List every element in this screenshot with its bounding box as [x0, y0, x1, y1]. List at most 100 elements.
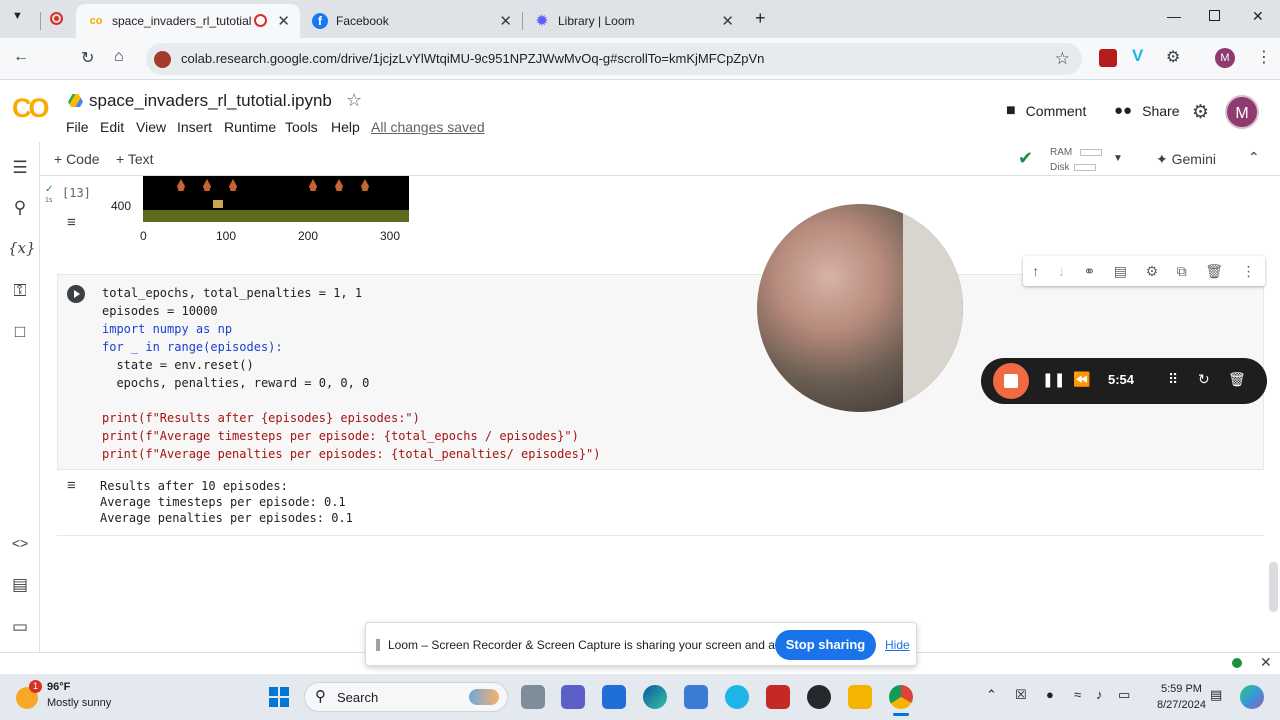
volume-icon[interactable]: ♪	[1096, 687, 1103, 702]
network-off-icon[interactable]: ☒	[1015, 687, 1027, 703]
move-cell-up-icon[interactable]: ↑	[1032, 263, 1039, 279]
restart-icon[interactable]: ↻	[1198, 371, 1210, 388]
more-actions-icon[interactable]: ⋮	[1242, 263, 1256, 280]
output-toggle-icon[interactable]: ≡	[67, 477, 76, 494]
close-tab-icon[interactable]: ✕	[277, 12, 290, 30]
save-status-link[interactable]: All changes saved	[371, 119, 485, 135]
star-notebook-icon[interactable]: ☆	[346, 90, 362, 111]
link-to-cell-icon[interactable]: ⚭	[1083, 263, 1095, 280]
files-folder-icon[interactable]: □	[8, 322, 32, 346]
menu-help[interactable]: Help	[331, 119, 360, 135]
code-snippets-icon[interactable]: <>	[8, 535, 32, 559]
task-view-icon[interactable]	[521, 685, 545, 709]
settings-gear-icon[interactable]: ⚙	[1192, 101, 1209, 124]
start-button[interactable]	[269, 687, 289, 707]
stop-sharing-button[interactable]: Stop sharing	[775, 630, 876, 660]
run-cell-button[interactable]	[67, 285, 85, 303]
site-info-icon[interactable]	[154, 51, 171, 68]
taskbar-search[interactable]: ⚲ Search	[304, 682, 508, 712]
menu-tools[interactable]: Tools	[285, 119, 318, 135]
command-palette-icon[interactable]: ▤	[8, 575, 32, 599]
stop-recording-button[interactable]	[993, 363, 1029, 399]
loom-webcam-bubble[interactable]	[757, 204, 963, 412]
help-app-icon[interactable]	[725, 685, 749, 709]
add-text-button[interactable]: + Text	[116, 151, 154, 167]
home-icon[interactable]: ⌂	[114, 48, 124, 66]
rewind-icon[interactable]: ⏪	[1073, 371, 1090, 388]
tab-facebook[interactable]: f Facebook ✕	[300, 4, 522, 38]
grid-menu-icon[interactable]: ⠿	[1168, 371, 1178, 388]
share-button[interactable]: ●● Share	[1114, 102, 1179, 119]
reload-icon[interactable]: ↻	[81, 48, 94, 68]
battery-icon[interactable]: ▭	[1118, 687, 1130, 703]
notebook-title[interactable]: space_invaders_rl_tutotial.ipynb	[89, 91, 332, 111]
menu-file[interactable]: File	[66, 119, 89, 135]
search-label: Search	[337, 690, 379, 705]
tab-colab-notebook[interactable]: co space_invaders_rl_tutotial.ipynb ✕	[76, 4, 300, 38]
close-status-icon[interactable]: ✕	[1260, 654, 1272, 671]
cell-settings-icon[interactable]: ⚙	[1146, 263, 1159, 280]
colab-logo[interactable]: CO	[12, 93, 49, 124]
add-code-button[interactable]: + Code	[54, 151, 100, 167]
minimize-window-icon[interactable]: —	[1167, 8, 1181, 24]
edge-browser-icon[interactable]	[643, 685, 667, 709]
copilot-icon[interactable]	[1240, 685, 1264, 709]
bookmark-star-icon[interactable]: ☆	[1055, 49, 1070, 69]
delete-recording-icon[interactable]: 🗑	[1228, 371, 1246, 388]
wifi-icon[interactable]: ≈	[1074, 687, 1081, 702]
collapse-header-icon[interactable]: ⌃	[1248, 149, 1260, 166]
variables-icon[interactable]: {x}	[8, 239, 36, 263]
output-toggle-icon[interactable]: ≡	[67, 214, 76, 231]
drag-handle-icon[interactable]: ❚	[373, 637, 383, 651]
table-of-contents-icon[interactable]: ☰	[8, 158, 32, 182]
close-window-icon[interactable]: ✕	[1252, 8, 1264, 25]
browser-menu-icon[interactable]: ⋮	[1256, 47, 1274, 66]
system-clock[interactable]: 5:59 PM 8/27/2024	[1157, 681, 1206, 713]
menu-runtime[interactable]: Runtime	[224, 119, 276, 135]
file-explorer-icon[interactable]	[848, 685, 872, 709]
close-tab-icon[interactable]: ✕	[499, 12, 512, 30]
microphone-icon[interactable]: ●	[1046, 687, 1054, 702]
gemini-button[interactable]: ✦ Gemini	[1156, 151, 1216, 168]
menu-edit[interactable]: Edit	[100, 119, 124, 135]
chrome-icon[interactable]	[889, 685, 913, 709]
tab-search-chevron-icon[interactable]: ▼	[12, 10, 23, 22]
new-tab-icon[interactable]: +	[755, 8, 766, 29]
restore-window-icon[interactable]	[1209, 10, 1220, 21]
search-icon[interactable]: ⚲	[8, 198, 32, 222]
secrets-key-icon[interactable]: ⚿	[8, 281, 32, 305]
close-tab-icon[interactable]: ✕	[721, 12, 734, 30]
extensions-puzzle-icon[interactable]: ⚙	[1166, 47, 1184, 66]
runtime-dropdown-icon[interactable]: ▼	[1113, 153, 1123, 164]
show-hidden-icons-icon[interactable]: ⌃	[986, 687, 997, 703]
menu-view[interactable]: View	[136, 119, 166, 135]
notifications-icon[interactable]: ▤	[1210, 687, 1222, 703]
hp-app-icon[interactable]	[602, 685, 626, 709]
mirror-cell-icon[interactable]: ⧉	[1177, 263, 1187, 280]
back-arrow-icon[interactable]: ←	[13, 48, 29, 66]
store-icon[interactable]	[684, 685, 708, 709]
teams-icon[interactable]	[561, 685, 585, 709]
code-line: import numpy as np	[102, 321, 233, 336]
extension-red-icon[interactable]	[1099, 49, 1117, 67]
comment-button[interactable]: ■ Comment	[1006, 102, 1086, 120]
address-bar[interactable]: colab.research.google.com/drive/1jcjzLvY…	[146, 43, 1082, 75]
colab-header: CO space_invaders_rl_tutotial.ipynb ☆ Fi…	[0, 80, 1280, 142]
vertical-scrollbar[interactable]	[1269, 562, 1278, 612]
mcafee-icon[interactable]	[766, 685, 790, 709]
resource-monitor[interactable]: RAM Disk	[1050, 145, 1103, 175]
menu-insert[interactable]: Insert	[177, 119, 212, 135]
pause-icon[interactable]: ❚❚	[1042, 371, 1065, 388]
github-icon[interactable]	[807, 685, 831, 709]
add-comment-icon[interactable]: ▤	[1114, 263, 1127, 280]
connected-check-icon[interactable]: ✔	[1018, 148, 1033, 169]
colab-avatar[interactable]: M	[1225, 95, 1259, 129]
profile-avatar[interactable]: M	[1215, 48, 1235, 68]
delete-cell-icon[interactable]: 🗑	[1205, 263, 1223, 280]
hide-banner-link[interactable]: Hide	[885, 638, 910, 652]
tab-loom-library[interactable]: ✹ Library | Loom ✕	[522, 4, 744, 38]
code-editor[interactable]: total_epochs, total_penalties = 1, 1 epi…	[102, 285, 601, 464]
vimeo-extension-icon[interactable]: V	[1132, 46, 1150, 65]
move-cell-down-icon[interactable]: ↓	[1058, 263, 1065, 279]
terminal-icon[interactable]: ▭	[8, 617, 32, 641]
